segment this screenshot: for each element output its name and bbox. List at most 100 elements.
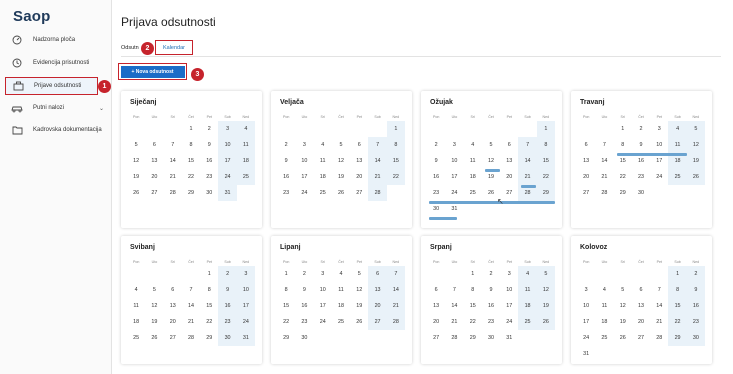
day-cell[interactable]: 10 (445, 153, 463, 169)
day-cell[interactable]: 24 (445, 185, 463, 201)
day-cell[interactable]: 24 (650, 169, 668, 185)
day-cell[interactable]: 14 (368, 153, 387, 169)
day-cell[interactable]: 4 (595, 282, 613, 298)
day-cell[interactable]: 2 (218, 266, 237, 282)
day-cell[interactable]: 27 (632, 330, 650, 346)
day-cell[interactable]: 8 (614, 137, 632, 153)
day-cell[interactable]: 7 (445, 282, 463, 298)
day-cell[interactable]: 2 (482, 266, 500, 282)
day-cell[interactable]: 29 (464, 330, 482, 346)
absence-bar[interactable] (429, 217, 457, 220)
day-cell[interactable]: 13 (632, 298, 650, 314)
day-cell[interactable]: 23 (277, 185, 295, 201)
day-cell[interactable]: 22 (614, 169, 632, 185)
day-cell[interactable]: 26 (332, 185, 350, 201)
day-cell[interactable]: 1 (277, 266, 295, 282)
day-cell[interactable]: 4 (668, 121, 687, 137)
day-cell[interactable]: 12 (686, 137, 705, 153)
sidebar-item-evidencija-prisutnosti[interactable]: Evidencija prisutnosti (8, 54, 108, 72)
absence-bar[interactable] (617, 153, 687, 156)
day-cell[interactable]: 18 (236, 153, 255, 169)
day-cell[interactable]: 29 (668, 330, 687, 346)
day-cell[interactable]: 24 (236, 314, 255, 330)
day-cell[interactable]: 13 (164, 298, 182, 314)
day-cell[interactable]: 25 (464, 185, 482, 201)
day-cell[interactable]: 5 (536, 266, 555, 282)
day-cell[interactable]: 11 (314, 153, 332, 169)
day-cell[interactable]: 11 (332, 282, 350, 298)
day-cell[interactable]: 13 (145, 153, 163, 169)
day-cell[interactable]: 21 (368, 169, 387, 185)
day-cell[interactable]: 21 (386, 298, 405, 314)
day-cell[interactable]: 27 (145, 185, 163, 201)
day-cell[interactable]: 5 (332, 137, 350, 153)
day-cell[interactable]: 9 (632, 137, 650, 153)
day-cell[interactable]: 28 (445, 330, 463, 346)
day-cell[interactable]: 12 (482, 153, 500, 169)
day-cell[interactable]: 29 (200, 330, 218, 346)
day-cell[interactable]: 11 (595, 298, 613, 314)
day-cell[interactable]: 20 (577, 169, 595, 185)
day-cell[interactable]: 29 (536, 185, 555, 201)
day-cell[interactable]: 20 (632, 314, 650, 330)
tab-kalendar[interactable]: Kalendar (155, 40, 193, 55)
day-cell[interactable]: 16 (277, 169, 295, 185)
day-cell[interactable]: 20 (145, 169, 163, 185)
day-cell[interactable]: 30 (686, 330, 705, 346)
day-cell[interactable]: 17 (218, 153, 237, 169)
day-cell[interactable]: 3 (500, 266, 518, 282)
day-cell[interactable]: 8 (464, 282, 482, 298)
day-cell[interactable]: 8 (386, 137, 405, 153)
day-cell[interactable]: 9 (218, 282, 237, 298)
day-cell[interactable]: 1 (536, 121, 555, 137)
day-cell[interactable]: 20 (427, 314, 445, 330)
day-cell[interactable]: 23 (482, 314, 500, 330)
new-absence-button[interactable]: + Nova odsutnost (118, 63, 187, 80)
day-cell[interactable]: 22 (464, 314, 482, 330)
day-cell[interactable]: 26 (614, 330, 632, 346)
day-cell[interactable]: 5 (350, 266, 368, 282)
day-cell[interactable]: 14 (182, 298, 200, 314)
day-cell[interactable]: 20 (164, 314, 182, 330)
day-cell[interactable]: 13 (350, 153, 368, 169)
day-cell[interactable]: 9 (277, 153, 295, 169)
day-cell[interactable]: 3 (445, 137, 463, 153)
day-cell[interactable]: 11 (236, 137, 255, 153)
day-cell[interactable]: 28 (182, 330, 200, 346)
day-cell[interactable]: 24 (500, 314, 518, 330)
day-cell[interactable]: 7 (182, 282, 200, 298)
sidebar-item-putni-nalozi[interactable]: Putni nalozi ⌄ (8, 99, 108, 117)
day-cell[interactable]: 24 (218, 169, 237, 185)
day-cell[interactable]: 16 (482, 298, 500, 314)
day-cell[interactable]: 16 (686, 298, 705, 314)
day-cell[interactable]: 3 (577, 282, 595, 298)
day-cell[interactable]: 10 (577, 298, 595, 314)
day-cell[interactable]: 18 (595, 314, 613, 330)
day-cell[interactable]: 22 (536, 169, 555, 185)
day-cell[interactable]: 8 (277, 282, 295, 298)
day-cell[interactable]: 29 (277, 330, 295, 346)
day-cell[interactable]: 8 (182, 137, 200, 153)
day-cell[interactable]: 5 (614, 282, 632, 298)
day-cell[interactable]: 29 (182, 185, 200, 201)
absence-bar[interactable] (429, 201, 555, 204)
day-cell[interactable]: 15 (277, 298, 295, 314)
day-cell[interactable]: 8 (536, 137, 555, 153)
day-cell[interactable]: 5 (482, 137, 500, 153)
day-cell[interactable]: 12 (614, 298, 632, 314)
day-cell[interactable]: 26 (536, 314, 555, 330)
day-cell[interactable]: 28 (164, 185, 182, 201)
day-cell[interactable]: 14 (595, 153, 613, 169)
day-cell[interactable]: 7 (518, 137, 537, 153)
day-cell[interactable]: 19 (614, 314, 632, 330)
tab-odsutnosti[interactable]: Odsutn (121, 45, 139, 51)
day-cell[interactable]: 2 (295, 266, 313, 282)
day-cell[interactable]: 2 (200, 121, 218, 137)
chevron-down-icon[interactable]: ⌄ (99, 105, 104, 112)
day-cell[interactable]: 8 (668, 282, 687, 298)
day-cell[interactable]: 16 (218, 298, 237, 314)
day-cell[interactable]: 30 (295, 330, 313, 346)
day-cell[interactable]: 14 (386, 282, 405, 298)
day-cell[interactable]: 21 (445, 314, 463, 330)
day-cell[interactable]: 11 (518, 282, 537, 298)
